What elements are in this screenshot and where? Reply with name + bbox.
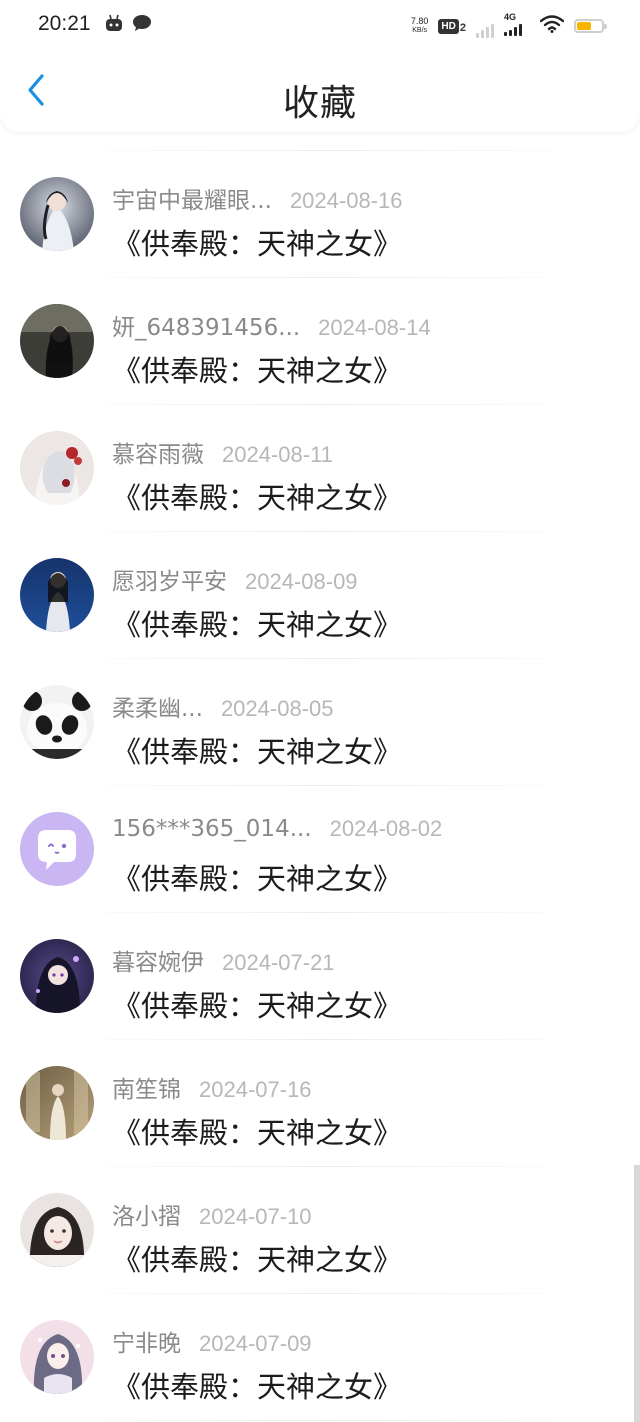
battery-icon [574,19,607,33]
list-item[interactable]: 宇宙中最耀眼... 2024-08-16 《供奉殿：天神之女》 [0,151,640,278]
hd-label: HD [438,18,459,34]
item-meta: 156***365_014... 2024-08-02 [112,816,442,842]
avatar[interactable] [20,431,94,505]
item-meta: 愿羽岁平安 2024-08-09 [112,562,358,596]
book-title[interactable]: 《供奉殿：天神之女》 [112,221,402,263]
network-type: 4G [504,12,517,22]
item-meta: 暮容婉伊 2024-07-21 [112,943,335,977]
avatar[interactable] [20,177,94,251]
net-speed-value: 7.80 [410,16,429,26]
date: 2024-07-16 [199,1077,312,1102]
status-time: 20:21 [38,12,91,35]
date: 2024-08-14 [318,315,431,340]
wifi-icon [539,15,565,37]
signal-4g-icon: 4G [504,12,530,36]
avatar[interactable] [20,304,94,378]
status-right-icons: 7.80 KB/s HD 2 4G [411,12,607,38]
divider [106,1420,546,1421]
avatar[interactable] [20,939,94,1013]
item-meta: 宁非晚 2024-07-09 [112,1324,312,1358]
scrollbar[interactable] [634,1165,640,1422]
book-title[interactable]: 《供奉殿：天神之女》 [112,602,402,644]
book-title[interactable]: 《供奉殿：天神之女》 [112,475,402,517]
date: 2024-07-10 [199,1204,312,1229]
avatar[interactable] [20,812,94,886]
robot-icon [104,14,124,36]
battery-level [577,22,592,30]
book-title[interactable]: 《供奉殿：天神之女》 [112,856,402,898]
book-title[interactable]: 《供奉殿：天神之女》 [112,1110,402,1152]
username: 156***365_014... [112,816,312,842]
list-item[interactable]: 156***365_014... 2024-08-02 《供奉殿：天神之女》 [0,786,640,913]
favorites-list: 宇宙中最耀眼... 2024-08-16 《供奉殿：天神之女》 妍_648391… [0,132,640,1422]
date: 2024-08-11 [222,442,333,467]
list-item[interactable]: 暮容婉伊 2024-07-21 《供奉殿：天神之女》 [0,913,640,1040]
page-title: 收藏 [282,83,357,124]
date: 2024-08-09 [245,569,358,594]
username: 洛小摺 [112,1204,181,1230]
list-item[interactable]: 愿羽岁平安 2024-08-09 《供奉殿：天神之女》 [0,532,640,659]
list-item[interactable]: 慕容雨薇 2024-08-11 《供奉殿：天神之女》 [0,405,640,532]
date: 2024-07-21 [222,950,335,975]
net-speed-unit: KB/s [412,27,428,34]
item-meta: 妍_648391456... 2024-08-14 [112,308,431,342]
book-title[interactable]: 《供奉殿：天神之女》 [112,983,402,1025]
item-meta: 洛小摺 2024-07-10 [112,1197,312,1231]
status-bar: 20:21 7.80 KB/s HD 2 4G [0,0,640,52]
book-title[interactable]: 《供奉殿：天神之女》 [112,348,402,390]
username: 暮容婉伊 [112,950,204,976]
avatar[interactable] [20,1066,94,1140]
book-title[interactable]: 《供奉殿：天神之女》 [112,1364,402,1406]
date: 2024-08-02 [329,816,443,841]
avatar[interactable] [20,1193,94,1267]
date: 2024-08-05 [220,696,334,721]
hd-sub: 2 [459,21,466,34]
username: 柔柔幽... [112,696,203,722]
date: 2024-07-09 [199,1331,312,1356]
list-item[interactable]: 南笙锦 2024-07-16 《供奉殿：天神之女》 [0,1040,640,1167]
favorites-screen: 20:21 7.80 KB/s HD 2 4G 收藏 宇宙中最耀眼... 202… [0,0,640,1422]
item-meta: 宇宙中最耀眼... 2024-08-16 [112,181,402,215]
avatar[interactable] [20,558,94,632]
book-title[interactable]: 《供奉殿：天神之女》 [112,1237,402,1279]
date: 2024-08-16 [289,188,403,213]
username: 愿羽岁平安 [112,569,227,595]
header: 收藏 [0,52,640,132]
net-speed: 7.80 KB/s [411,17,429,35]
status-left-icons [104,14,152,36]
chat-bubble-icon [132,14,152,36]
book-title[interactable]: 《供奉殿：天神之女》 [112,729,402,771]
username: 慕容雨薇 [112,442,204,468]
list-item[interactable]: 洛小摺 2024-07-10 《供奉殿：天神之女》 [0,1167,640,1294]
hd-voice-icon: HD 2 [438,18,466,34]
username: 宁非晚 [112,1331,181,1357]
username: 妍_648391456... [112,315,301,341]
signal-sim1-icon [476,14,494,38]
avatar[interactable] [20,1320,94,1394]
item-meta: 南笙锦 2024-07-16 [112,1070,312,1104]
list-item[interactable]: 宁非晚 2024-07-09 《供奉殿：天神之女》 [0,1294,640,1421]
item-meta: 慕容雨薇 2024-08-11 [112,435,333,469]
avatar[interactable] [20,685,94,759]
list-item[interactable]: 柔柔幽... 2024-08-05 《供奉殿：天神之女》 [0,659,640,786]
item-meta: 柔柔幽... 2024-08-05 [112,689,333,723]
list-item[interactable]: 妍_648391456... 2024-08-14 《供奉殿：天神之女》 [0,278,640,405]
username: 宇宙中最耀眼... [112,188,272,214]
username: 南笙锦 [112,1077,181,1103]
